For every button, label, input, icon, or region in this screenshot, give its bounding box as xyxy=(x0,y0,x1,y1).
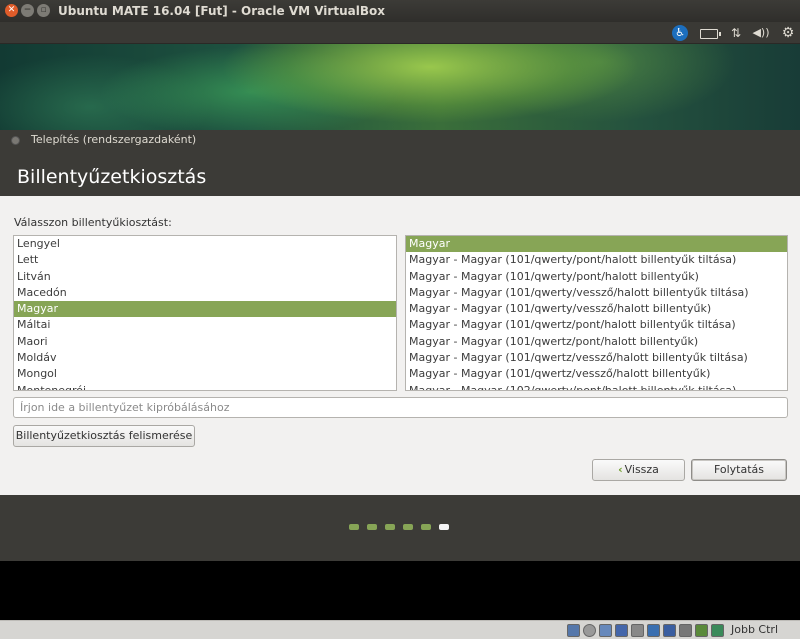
progress-dot xyxy=(349,524,359,530)
host-key-label: Jobb Ctrl xyxy=(731,623,779,636)
list-item[interactable]: Magyar - Magyar (102/qwerty/pont/halott … xyxy=(406,383,787,390)
list-item[interactable]: Lengyel xyxy=(14,236,396,252)
vbox-statusbar: Jobb Ctrl xyxy=(0,620,800,639)
list-item[interactable]: Magyar - Magyar (101/qwerty/pont/halott … xyxy=(406,269,787,285)
progress-dot xyxy=(367,524,377,530)
shared-folders-icon[interactable] xyxy=(647,624,660,637)
audio-icon[interactable] xyxy=(599,624,612,637)
network-adapter-icon[interactable] xyxy=(615,624,628,637)
keyboard-test-input[interactable] xyxy=(13,397,788,418)
progress-dot xyxy=(403,524,413,530)
list-item[interactable]: Macedón xyxy=(14,285,396,301)
installer-titlebar: Telepítés (rendszergazdaként) xyxy=(0,130,800,150)
accessibility-icon[interactable]: ♿ xyxy=(672,25,688,41)
window-title: Ubuntu MATE 16.04 [Fut] - Oracle VM Virt… xyxy=(58,4,385,18)
chevron-left-icon: ‹ xyxy=(618,463,623,476)
list-item-selected[interactable]: Magyar xyxy=(406,236,787,253)
close-icon[interactable] xyxy=(11,136,20,145)
back-button[interactable]: ‹ Vissza xyxy=(592,459,685,481)
hard-disk-icon[interactable] xyxy=(567,624,580,637)
list-item[interactable]: Magyar - Magyar (101/qwertz/pont/halott … xyxy=(406,317,787,333)
maximize-window-icon[interactable]: ▫ xyxy=(37,4,50,17)
battery-icon[interactable] xyxy=(700,29,721,39)
list-item[interactable]: Magyar - Magyar (101/qwerty/vessző/halot… xyxy=(406,285,787,301)
list-item[interactable]: Magyar - Magyar (101/qwerty/pont/halott … xyxy=(406,252,787,268)
variant-list[interactable]: Magyar Magyar - Magyar (101/qwerty/pont/h… xyxy=(405,235,788,391)
list-item[interactable]: Magyar - Magyar (101/qwertz/vessző/halot… xyxy=(406,350,787,366)
volume-icon[interactable]: ◀)) xyxy=(752,25,770,41)
list-item[interactable]: Lett xyxy=(14,252,396,268)
close-window-icon[interactable]: ✕ xyxy=(5,4,18,17)
page-header: Billentyűzetkiosztás xyxy=(0,150,800,196)
installer-footer xyxy=(0,495,800,561)
back-button-label: Vissza xyxy=(624,463,659,476)
continue-button[interactable]: Folytatás xyxy=(691,459,787,481)
progress-dot xyxy=(421,524,431,530)
progress-dots xyxy=(349,524,449,530)
mouse-integration-icon[interactable] xyxy=(711,624,724,637)
page-content: Válasszon billentyűkiosztást: Lengyel Let… xyxy=(0,196,800,517)
network-icon[interactable]: ⇅ xyxy=(728,25,744,41)
optical-drive-icon[interactable] xyxy=(583,624,596,637)
top-panel: ♿ ⇅ ◀)) ⚙ xyxy=(0,22,800,44)
installer-window-title: Telepítés (rendszergazdaként) xyxy=(31,133,197,146)
list-item[interactable]: Litván xyxy=(14,269,396,285)
video-capture-icon[interactable] xyxy=(679,624,692,637)
minimize-window-icon[interactable]: − xyxy=(21,4,34,17)
list-item[interactable]: Máltai xyxy=(14,317,396,333)
list-item[interactable]: Montenegrói xyxy=(14,383,396,390)
guest-desktop-wallpaper: ♿ ⇅ ◀)) ⚙ xyxy=(0,22,800,130)
cpu-icon[interactable] xyxy=(695,624,708,637)
list-item[interactable]: Magyar - Magyar (101/qwertz/pont/halott … xyxy=(406,334,787,350)
list-item-selected[interactable]: Magyar xyxy=(14,301,396,318)
usb-icon[interactable] xyxy=(631,624,644,637)
display-icon[interactable] xyxy=(663,624,676,637)
list-item[interactable]: Maori xyxy=(14,334,396,350)
progress-dot-current xyxy=(439,524,449,530)
choose-layout-label: Válasszon billentyűkiosztást: xyxy=(14,216,172,229)
page-title: Billentyűzetkiosztás xyxy=(17,166,207,188)
list-item[interactable]: Moldáv xyxy=(14,350,396,366)
list-item[interactable]: Magyar - Magyar (101/qwertz/vessző/halot… xyxy=(406,366,787,382)
layout-list[interactable]: Lengyel Lett Litván Macedón Magyar Máltai Maor… xyxy=(13,235,397,391)
vbox-titlebar: ✕ − ▫ Ubuntu MATE 16.04 [Fut] - Oracle V… xyxy=(0,0,800,22)
installer-window: Telepítés (rendszergazdaként) Billentyűz… xyxy=(0,130,800,561)
list-item[interactable]: Magyar - Magyar (101/qwerty/vessző/halot… xyxy=(406,301,787,317)
settings-icon[interactable]: ⚙ xyxy=(780,25,796,41)
list-item[interactable]: Mongol xyxy=(14,366,396,382)
progress-dot xyxy=(385,524,395,530)
detect-layout-button[interactable]: Billentyűzetkiosztás felismerése xyxy=(13,425,195,447)
